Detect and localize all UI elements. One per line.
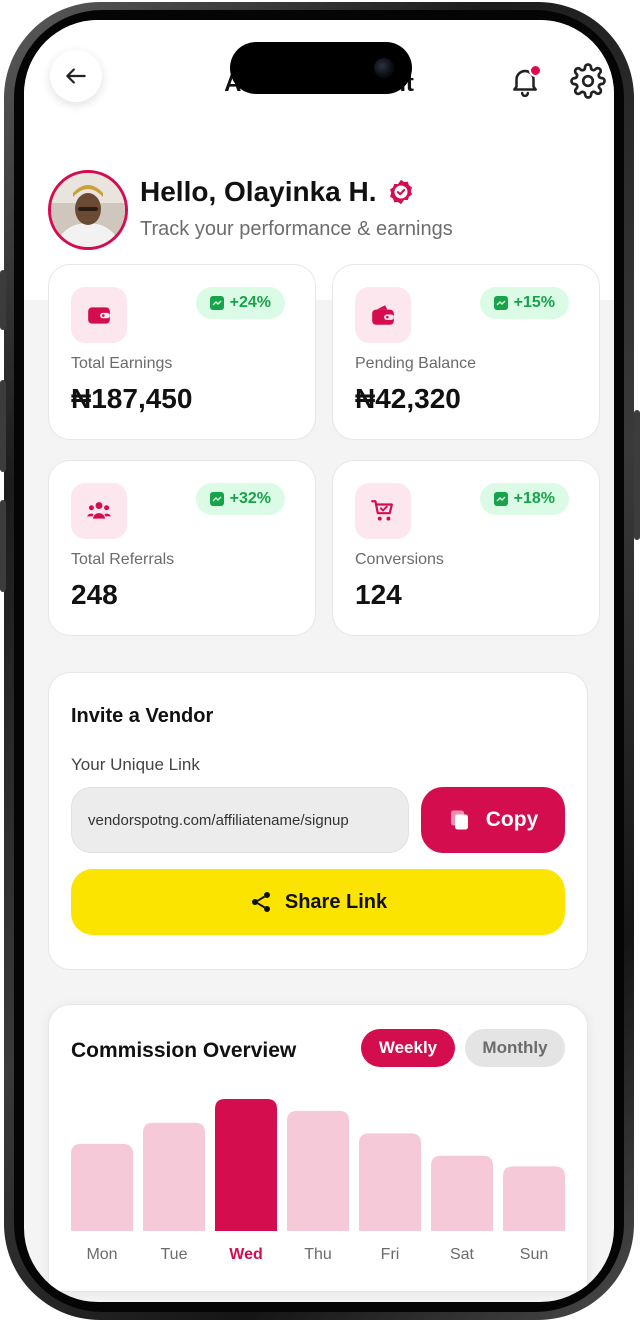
- front-camera: [374, 58, 394, 78]
- stat-label: Total Earnings: [71, 355, 173, 372]
- verified-badge-icon: [389, 179, 412, 205]
- x-tick-label-wed: Wed: [229, 1246, 262, 1263]
- avatar[interactable]: [48, 170, 128, 250]
- notification-dot: [529, 64, 542, 77]
- trend-up-icon: [209, 492, 224, 506]
- invite-vendor-card: Invite a Vendor Your Unique Link Copy Sh…: [48, 672, 588, 970]
- change-badge: +15%: [479, 287, 569, 319]
- bar-thu[interactable]: [287, 1110, 349, 1231]
- copy-button[interactable]: Copy: [421, 787, 565, 853]
- purse-icon: [372, 305, 394, 325]
- bar-tue[interactable]: [143, 1122, 205, 1231]
- users-icon: [87, 502, 111, 519]
- unique-link-field[interactable]: [71, 787, 409, 853]
- invite-title: Invite a Vendor: [71, 705, 214, 727]
- change-value: +15%: [513, 294, 555, 311]
- commission-bar-chart: Mon Tue Wed Thu Fri Sat Sun: [71, 1099, 565, 1263]
- dynamic-island: [230, 42, 412, 94]
- bar-sun[interactable]: [503, 1166, 565, 1231]
- change-value: +32%: [229, 490, 271, 507]
- greeting-text: Hello, Olayinka H.: [140, 176, 377, 207]
- stat-icon-container: [355, 287, 411, 343]
- stat-label: Conversions: [355, 551, 444, 568]
- stat-value: ₦187,450: [71, 383, 193, 414]
- stat-value: ₦42,320: [355, 383, 461, 414]
- stat-card-total-referrals[interactable]: +32% Total Referrals 248: [48, 460, 316, 636]
- copy-label: Copy: [485, 808, 539, 831]
- stat-label: Total Referrals: [71, 551, 175, 568]
- stat-icon-container: [71, 287, 127, 343]
- x-tick-label-thu: Thu: [304, 1246, 332, 1263]
- cart-icon: [371, 500, 393, 521]
- stat-card-pending-balance[interactable]: +15% Pending Balance ₦42,320: [332, 264, 600, 440]
- stat-card-total-earnings[interactable]: +24% Total Earnings ₦187,450: [48, 264, 316, 440]
- bar-sat[interactable]: [431, 1155, 493, 1231]
- x-tick-label-mon: Mon: [86, 1246, 117, 1263]
- x-tick-label-sun: Sun: [520, 1246, 548, 1263]
- unique-link-label: Your Unique Link: [71, 755, 200, 774]
- stat-label: Pending Balance: [355, 355, 476, 372]
- power-button: [634, 410, 640, 540]
- change-value: +18%: [513, 490, 555, 507]
- share-icon: [251, 892, 270, 912]
- bar-fri[interactable]: [359, 1133, 421, 1231]
- change-badge: +18%: [479, 483, 569, 515]
- app-screen: Affiliate Account Hello, Olayinka H.: [24, 20, 614, 1302]
- stat-value: 124: [355, 579, 402, 610]
- wallet-icon: [88, 307, 110, 324]
- trend-up-icon: [493, 296, 508, 310]
- stat-value: 248: [71, 579, 118, 610]
- copy-icon: [450, 810, 468, 830]
- change-badge: +24%: [195, 287, 285, 319]
- commission-overview-card: Commission Overview Weekly Monthly Mon Tu…: [48, 1004, 588, 1292]
- profile-photo: [51, 173, 125, 247]
- share-label: Share Link: [284, 890, 388, 913]
- gear-icon[interactable]: [570, 63, 606, 99]
- x-tick-label-sat: Sat: [450, 1246, 475, 1263]
- stat-card-conversions[interactable]: +18% Conversions 124: [332, 460, 600, 636]
- stat-icon-container: [355, 483, 411, 539]
- x-tick-label-fri: Fri: [381, 1246, 400, 1263]
- greeting-row: Hello, Olayinka H.: [140, 176, 415, 208]
- bar-wed[interactable]: [215, 1099, 277, 1231]
- subtitle: Track your performance & earnings: [140, 218, 453, 240]
- bar-mon[interactable]: [71, 1143, 133, 1231]
- x-tick-label-tue: Tue: [161, 1246, 188, 1263]
- change-value: +24%: [229, 294, 271, 311]
- trend-up-icon: [209, 296, 224, 310]
- change-badge: +32%: [195, 483, 285, 515]
- trend-up-icon: [493, 492, 508, 506]
- back-button[interactable]: [50, 50, 102, 102]
- stat-icon-container: [71, 483, 127, 539]
- arrow-left-icon: [66, 68, 86, 84]
- share-link-button[interactable]: Share Link: [71, 869, 565, 935]
